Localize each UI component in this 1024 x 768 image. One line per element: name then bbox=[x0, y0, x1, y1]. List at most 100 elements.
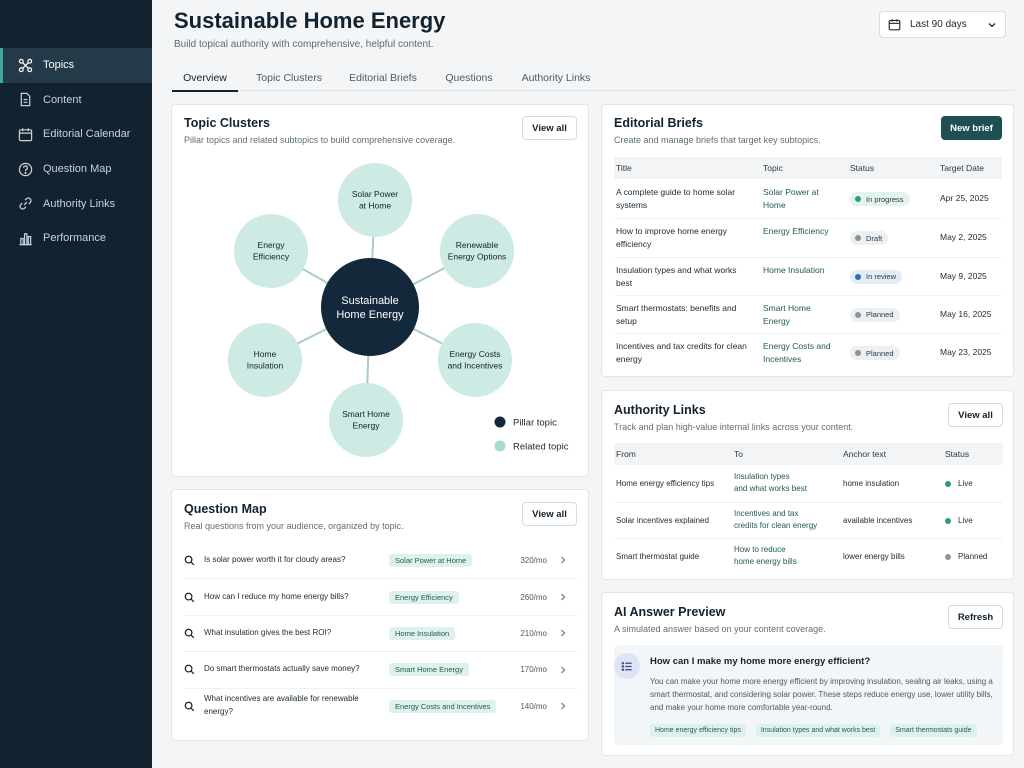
sidebar-item-performance[interactable]: Performance bbox=[0, 221, 152, 256]
related-topic-label: at Home bbox=[359, 201, 391, 211]
brief-title: Incentives and tax credits for clean ene… bbox=[616, 341, 747, 365]
tab-editorial-briefs[interactable]: Editorial Briefs bbox=[343, 64, 423, 91]
column-header-title: Title bbox=[616, 163, 632, 173]
status-dot bbox=[855, 196, 861, 202]
sidebar-item-editorial-calendar[interactable]: Editorial Calendar bbox=[0, 117, 152, 152]
related-topic-node[interactable]: Renewable Energy Options bbox=[440, 214, 514, 288]
table-row[interactable]: A complete guide to home solar systems So… bbox=[614, 180, 1002, 218]
source-chip[interactable]: Home energy efficiency tips bbox=[650, 724, 746, 737]
tab-bar: Overview Topic Clusters Editorial Briefs… bbox=[172, 64, 1014, 92]
date-range-select[interactable]: Last 90 days bbox=[879, 11, 1006, 38]
question-row[interactable]: What incentives are available for renewa… bbox=[184, 687, 577, 724]
link-to[interactable]: Incentives and tax credits for clean ener… bbox=[734, 508, 817, 532]
source-chip[interactable]: Insulation types and what works best bbox=[755, 724, 881, 737]
related-topic-node[interactable]: Home Insulation bbox=[228, 323, 302, 397]
table-row[interactable]: Solar incentives explained Incentives and… bbox=[614, 502, 1003, 538]
question-text: Is solar power worth it for cloudy areas… bbox=[204, 554, 346, 564]
brief-topic-link[interactable]: Energy Efficiency bbox=[763, 225, 833, 238]
sidebar-item-topics[interactable]: Topics bbox=[0, 48, 152, 83]
question-row[interactable]: What insulation gives the best ROI? Home … bbox=[184, 614, 577, 651]
tab-authority-links[interactable]: Authority Links bbox=[516, 64, 596, 91]
question-row[interactable]: Do smart thermostats actually save money… bbox=[184, 651, 577, 687]
status-label: Planned bbox=[958, 552, 988, 561]
legend-label: Pillar topic bbox=[513, 418, 557, 429]
column-header-status: Status bbox=[850, 163, 875, 173]
table-row[interactable]: Incentives and tax credits for clean ene… bbox=[614, 333, 1002, 371]
view-all-button[interactable]: View all bbox=[522, 502, 577, 526]
related-topic-node[interactable]: Smart Home Energy bbox=[329, 383, 403, 457]
topic-clusters-card: Topic Clusters Pillar topics and related… bbox=[171, 104, 589, 477]
related-topic-node[interactable]: Solar Power at Home bbox=[338, 163, 412, 237]
card-subtitle: Track and plan high-value internal links… bbox=[614, 422, 854, 432]
status-label: In progress bbox=[866, 194, 904, 204]
sidebar-item-authority-links[interactable]: Authority Links bbox=[0, 186, 152, 221]
ai-answer-text: You can make your home more energy effic… bbox=[650, 677, 993, 713]
search-icon bbox=[184, 665, 195, 675]
status-label: Draft bbox=[866, 233, 883, 243]
source-chips: Home energy efficiency tips Insulation t… bbox=[650, 724, 977, 737]
related-topic-node[interactable]: Energy Efficiency bbox=[234, 214, 308, 288]
table-header: Title Topic Status Target Date bbox=[614, 157, 1002, 179]
legend-item: Related topic bbox=[494, 440, 569, 453]
status-dot bbox=[855, 311, 861, 318]
question-text: What incentives are available for renewa… bbox=[204, 694, 359, 717]
question-row[interactable]: Is solar power worth it for cloudy areas… bbox=[184, 542, 577, 578]
link-to[interactable]: Insulation types and what works best bbox=[734, 471, 807, 495]
column-header-status: Status bbox=[945, 449, 970, 459]
page-title: Sustainable Home Energy bbox=[174, 8, 446, 33]
target-date: Apr 25, 2025 bbox=[940, 193, 989, 203]
card-title: Question Map bbox=[184, 502, 267, 516]
search-volume: 320/mo bbox=[520, 555, 547, 565]
link-to[interactable]: How to reduce home energy bills bbox=[734, 544, 797, 568]
topic-tag: Energy Costs and Incentives bbox=[389, 699, 497, 713]
link-from: Smart thermostat guide bbox=[616, 552, 700, 561]
sidebar-item-question-map[interactable]: Question Map bbox=[0, 152, 152, 187]
calendar-icon bbox=[18, 128, 33, 142]
target-date: May 23, 2025 bbox=[940, 347, 992, 358]
status-label: Live bbox=[958, 516, 973, 525]
brief-topic-link[interactable]: Energy Costs and Incentives bbox=[763, 340, 833, 366]
question-row[interactable]: How can I reduce my home energy bills? En… bbox=[184, 578, 577, 614]
topic-tag: Home Insulation bbox=[389, 626, 456, 640]
brief-topic-link[interactable]: Solar Power at Home bbox=[763, 186, 833, 212]
column-header-to: To bbox=[734, 449, 743, 459]
new-brief-button[interactable]: New brief bbox=[941, 116, 1002, 140]
link-to-line: Insulation types bbox=[734, 472, 790, 481]
related-topic-label: and Incentives bbox=[448, 361, 503, 371]
tab-topic-clusters[interactable]: Topic Clusters bbox=[250, 64, 328, 91]
authority-links-card: Authority Links Track and plan high-valu… bbox=[601, 390, 1014, 580]
chevron-right-icon bbox=[561, 666, 566, 674]
table-row[interactable]: Smart thermostats: benefits and setup Sma… bbox=[614, 294, 1002, 333]
refresh-button[interactable]: Refresh bbox=[948, 605, 1003, 629]
related-topic-node[interactable]: Energy Costs and Incentives bbox=[438, 323, 512, 397]
search-icon bbox=[184, 628, 195, 639]
status-dot bbox=[945, 481, 951, 487]
table-row[interactable]: How to improve home energy efficiency Ene… bbox=[614, 218, 1002, 256]
table-header: From To Anchor text Status bbox=[614, 443, 1003, 465]
related-topic-label: Solar Power bbox=[352, 189, 398, 199]
status-dot bbox=[855, 235, 861, 242]
legend-label: Related topic bbox=[513, 442, 569, 453]
table-row[interactable]: Home energy efficiency tips Insulation ty… bbox=[614, 466, 1003, 502]
tab-overview[interactable]: Overview bbox=[172, 64, 238, 92]
search-volume: 140/mo bbox=[520, 701, 547, 711]
table-row[interactable]: Smart thermostat guide How to reduce home … bbox=[614, 538, 1003, 574]
tab-questions[interactable]: Questions bbox=[438, 64, 500, 91]
status-label: In review bbox=[866, 272, 897, 282]
document-icon bbox=[20, 93, 31, 107]
link-icon bbox=[19, 197, 32, 210]
source-chip[interactable]: Smart thermostats guide bbox=[890, 724, 977, 737]
pillar-topic-node[interactable]: Sustainable Home Energy bbox=[321, 258, 419, 356]
pillar-topic-label: Home Energy bbox=[336, 309, 404, 321]
search-icon bbox=[184, 592, 195, 602]
related-topic-label: Smart Home bbox=[342, 409, 390, 419]
legend-item: Pillar topic bbox=[494, 416, 557, 429]
brief-topic-link[interactable]: Smart Home Energy bbox=[763, 302, 833, 328]
sidebar-item-content[interactable]: Content bbox=[0, 83, 152, 118]
table-row[interactable]: Insulation types and what works best Home… bbox=[614, 256, 1002, 295]
brief-topic-link[interactable]: Home Insulation bbox=[763, 264, 833, 277]
view-all-button[interactable]: View all bbox=[948, 403, 1003, 427]
column-header-topic: Topic bbox=[763, 163, 783, 173]
question-text: How can I reduce my home energy bills? bbox=[204, 591, 349, 601]
sidebar-item-label: Question Map bbox=[43, 163, 112, 176]
